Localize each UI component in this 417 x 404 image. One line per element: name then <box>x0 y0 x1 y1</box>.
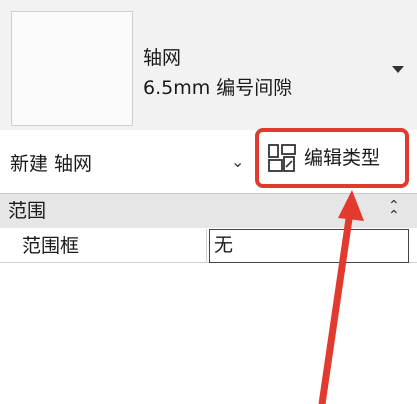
type-name: 轴网 <box>143 47 182 69</box>
parameter-value-field[interactable]: 无 <box>209 229 409 263</box>
parameter-name: 范围框 <box>22 235 80 257</box>
edit-type-label: 编辑类型 <box>304 147 381 169</box>
type-description: 6.5mm 编号间隙 <box>143 77 293 99</box>
type-selector[interactable]: 轴网 6.5mm 编号间隙 <box>0 0 417 130</box>
edit-type-button[interactable]: 编辑类型 <box>262 137 400 179</box>
instance-filter-dropdown[interactable]: 新建 轴网 ⌄ <box>4 147 254 181</box>
type-preview-image <box>11 11 133 126</box>
group-title: 范围 <box>8 200 47 222</box>
column-divider <box>206 229 207 263</box>
dropdown-arrow-icon[interactable] <box>392 66 404 73</box>
group-header-extents[interactable]: 范围 ⌃ ⌃ <box>0 194 417 228</box>
parameter-row: 范围框 无 <box>0 229 417 263</box>
chevron-down-icon[interactable]: ⌄ <box>231 152 244 171</box>
instance-filter-label: 新建 轴网 <box>10 153 93 175</box>
collapse-icon[interactable]: ⌃ ⌃ <box>388 199 400 223</box>
edit-type-icon <box>268 144 296 172</box>
